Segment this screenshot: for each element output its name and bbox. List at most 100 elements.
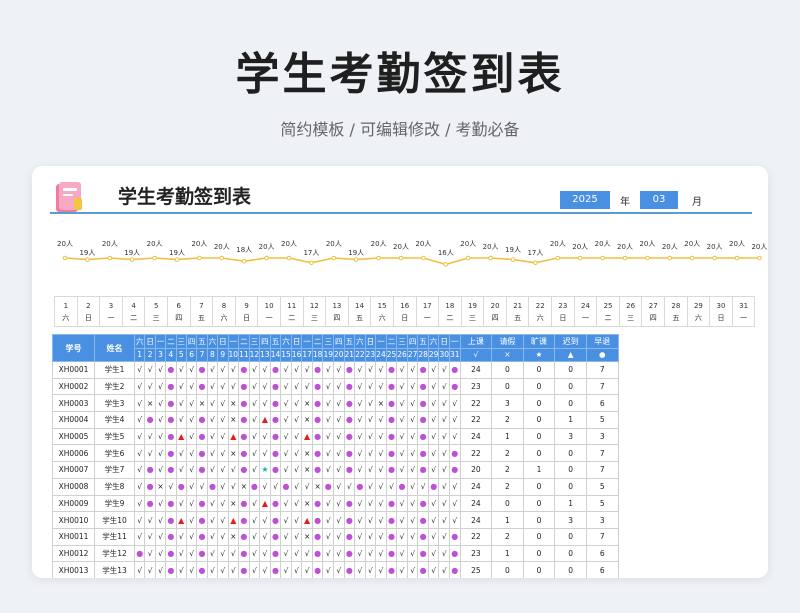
attendance-mark[interactable]: × — [227, 394, 240, 413]
attendance-mark[interactable]: √ — [217, 461, 229, 479]
attendance-mark[interactable]: √ — [133, 461, 146, 479]
attendance-mark[interactable]: √ — [290, 511, 303, 529]
attendance-mark[interactable]: √ — [396, 527, 408, 546]
attendance-mark[interactable]: √ — [227, 544, 240, 563]
attendance-mark[interactable]: √ — [333, 427, 345, 446]
attendance-mark[interactable]: √ — [427, 427, 440, 446]
attendance-mark[interactable]: √ — [259, 427, 271, 446]
attendance-mark[interactable]: √ — [406, 477, 419, 496]
attendance-mark[interactable]: √ — [248, 461, 261, 479]
attendance-mark[interactable]: ● — [133, 544, 146, 563]
attendance-mark[interactable]: √ — [333, 527, 345, 546]
attendance-mark[interactable]: √ — [185, 561, 198, 578]
attendance-mark[interactable]: √ — [206, 511, 219, 529]
attendance-mark[interactable]: ● — [238, 511, 250, 529]
attendance-mark[interactable]: ● — [385, 511, 398, 529]
attendance-mark[interactable]: ● — [311, 394, 324, 413]
attendance-mark[interactable]: √ — [406, 561, 419, 578]
attendance-mark[interactable]: √ — [290, 394, 303, 413]
attendance-mark[interactable]: √ — [206, 527, 219, 546]
attendance-mark[interactable]: √ — [154, 427, 167, 446]
attendance-mark[interactable]: √ — [248, 544, 261, 563]
attendance-mark[interactable]: √ — [406, 444, 419, 463]
attendance-mark[interactable]: √ — [185, 477, 198, 496]
attendance-mark[interactable]: ● — [385, 411, 398, 429]
attendance-mark[interactable]: √ — [280, 377, 292, 396]
attendance-mark[interactable]: ● — [343, 461, 356, 479]
attendance-mark[interactable]: ● — [417, 561, 429, 578]
attendance-mark[interactable]: ● — [269, 544, 282, 563]
attendance-mark[interactable]: ● — [165, 511, 177, 529]
attendance-mark[interactable]: √ — [206, 544, 219, 563]
attendance-mark[interactable]: ● — [311, 427, 324, 446]
attendance-mark[interactable]: × — [227, 494, 240, 513]
attendance-mark[interactable]: √ — [290, 444, 303, 463]
attendance-mark[interactable]: √ — [333, 394, 345, 413]
attendance-mark[interactable]: √ — [133, 561, 146, 578]
attendance-mark[interactable]: √ — [406, 377, 419, 396]
attendance-mark[interactable]: √ — [406, 461, 419, 479]
attendance-mark[interactable]: ● — [449, 461, 461, 479]
attendance-mark[interactable]: ● — [196, 361, 208, 379]
attendance-mark[interactable]: ● — [238, 361, 250, 379]
attendance-mark[interactable]: √ — [154, 527, 167, 546]
attendance-mark[interactable]: ● — [311, 444, 324, 463]
attendance-mark[interactable]: √ — [259, 511, 271, 529]
attendance-mark[interactable]: √ — [175, 561, 187, 578]
attendance-mark[interactable]: ● — [269, 527, 282, 546]
attendance-mark[interactable]: ● — [238, 377, 250, 396]
attendance-mark[interactable]: ● — [311, 561, 324, 578]
attendance-mark[interactable]: √ — [333, 477, 345, 496]
attendance-mark[interactable]: √ — [248, 561, 261, 578]
attendance-mark[interactable]: √ — [280, 561, 292, 578]
attendance-mark[interactable]: √ — [354, 377, 366, 396]
attendance-mark[interactable]: √ — [354, 444, 366, 463]
attendance-mark[interactable]: ● — [322, 477, 334, 496]
attendance-mark[interactable]: √ — [354, 361, 366, 379]
attendance-mark[interactable]: × — [301, 527, 313, 546]
attendance-mark[interactable]: √ — [427, 511, 440, 529]
attendance-mark[interactable]: × — [154, 477, 167, 496]
attendance-mark[interactable]: √ — [333, 377, 345, 396]
attendance-mark[interactable]: ● — [238, 544, 250, 563]
attendance-mark[interactable]: ● — [417, 461, 429, 479]
attendance-mark[interactable]: √ — [301, 544, 313, 563]
attendance-mark[interactable]: √ — [248, 427, 261, 446]
attendance-mark[interactable]: √ — [449, 427, 461, 446]
attendance-mark[interactable]: √ — [364, 477, 377, 496]
attendance-mark[interactable]: ● — [238, 411, 250, 429]
attendance-mark[interactable]: √ — [438, 527, 450, 546]
attendance-mark[interactable]: √ — [301, 561, 313, 578]
attendance-mark[interactable]: × — [301, 444, 313, 463]
attendance-mark[interactable]: √ — [333, 511, 345, 529]
attendance-mark[interactable]: × — [227, 444, 240, 463]
attendance-mark[interactable]: √ — [217, 477, 229, 496]
attendance-mark[interactable]: √ — [364, 377, 377, 396]
attendance-mark[interactable]: √ — [290, 477, 303, 496]
attendance-mark[interactable]: ● — [144, 494, 156, 513]
attendance-mark[interactable]: √ — [144, 527, 156, 546]
attendance-mark[interactable]: ● — [311, 361, 324, 379]
attendance-mark[interactable]: √ — [406, 511, 419, 529]
attendance-mark[interactable]: ● — [165, 361, 177, 379]
attendance-mark[interactable]: ● — [343, 411, 356, 429]
attendance-mark[interactable]: √ — [375, 527, 387, 546]
attendance-mark[interactable]: ● — [417, 427, 429, 446]
attendance-mark[interactable]: √ — [259, 527, 271, 546]
attendance-mark[interactable]: √ — [175, 461, 187, 479]
attendance-mark[interactable]: √ — [322, 427, 334, 446]
attendance-mark[interactable]: √ — [396, 377, 408, 396]
attendance-mark[interactable]: ● — [385, 361, 398, 379]
attendance-mark[interactable]: ● — [196, 511, 208, 529]
attendance-mark[interactable]: ● — [144, 411, 156, 429]
attendance-mark[interactable]: × — [196, 394, 208, 413]
attendance-mark[interactable]: √ — [185, 494, 198, 513]
attendance-mark[interactable]: √ — [396, 511, 408, 529]
attendance-mark[interactable]: ● — [165, 561, 177, 578]
attendance-mark[interactable]: ● — [417, 527, 429, 546]
attendance-mark[interactable]: √ — [248, 377, 261, 396]
attendance-mark[interactable]: ● — [248, 477, 261, 496]
attendance-mark[interactable]: √ — [406, 544, 419, 563]
attendance-mark[interactable]: √ — [217, 444, 229, 463]
attendance-mark[interactable]: √ — [354, 527, 366, 546]
